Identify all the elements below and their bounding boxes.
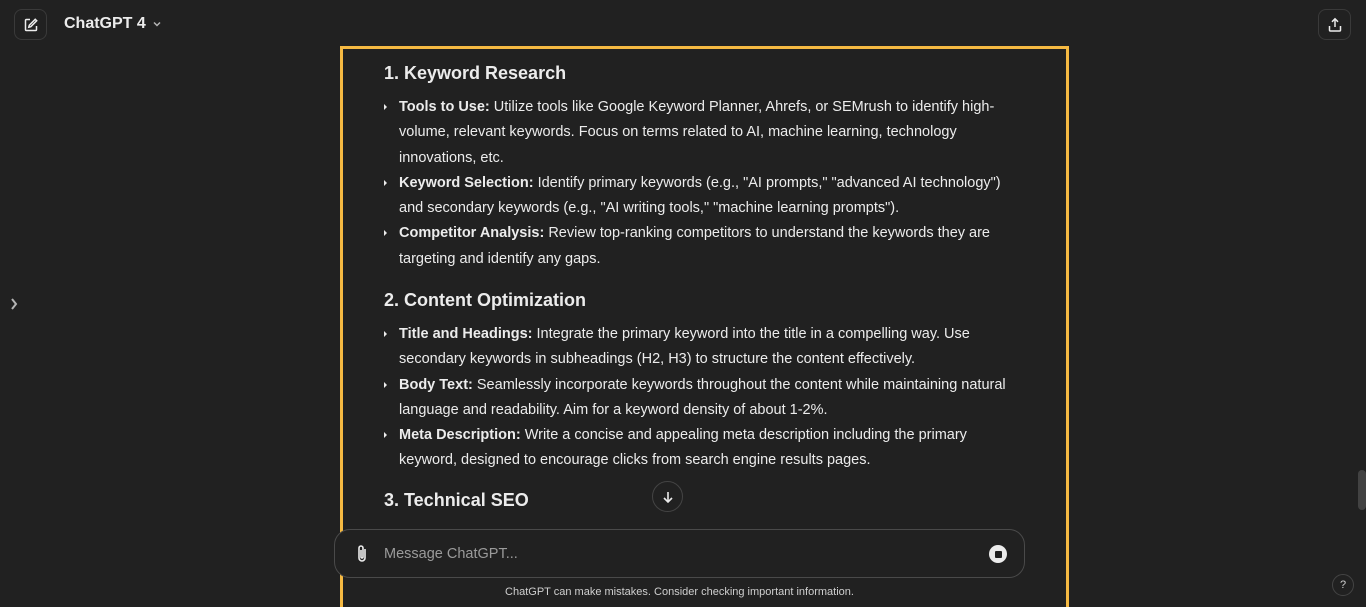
scroll-to-bottom-button[interactable] bbox=[652, 481, 683, 512]
compose-icon bbox=[24, 17, 38, 31]
bullet-marker bbox=[384, 104, 387, 110]
list-item: Competitor Analysis: Review top-ranking … bbox=[384, 221, 1014, 272]
message-input[interactable] bbox=[384, 542, 974, 566]
bullet-label: Competitor Analysis: bbox=[399, 225, 545, 242]
paperclip-icon bbox=[358, 545, 366, 562]
bullet-marker bbox=[384, 230, 387, 237]
list-item: Keyword Selection: Identify primary keyw… bbox=[384, 171, 1014, 222]
sidebar-toggle[interactable] bbox=[8, 294, 20, 314]
disclaimer-text: ChatGPT can make mistakes. Consider chec… bbox=[505, 586, 854, 598]
attach-button[interactable] bbox=[351, 543, 373, 565]
bullet-marker bbox=[384, 179, 387, 186]
bullet-label: Body Text: bbox=[399, 376, 473, 393]
section-heading: 2. Content Optimization bbox=[384, 290, 586, 310]
bullet-text: Seamlessly incorporate keywords througho… bbox=[399, 376, 1006, 418]
bullet-marker bbox=[384, 381, 387, 388]
bullet-list: Tools to Use: Utilize tools like Google … bbox=[384, 95, 1014, 272]
help-button[interactable]: ? bbox=[1332, 574, 1354, 596]
section-heading: 1. Keyword Research bbox=[384, 63, 567, 83]
chevron-right-icon bbox=[11, 298, 18, 310]
share-icon bbox=[1328, 17, 1341, 32]
list-item: Meta Description: Write a concise and ap… bbox=[384, 423, 1014, 474]
model-selector[interactable]: ChatGPT 4 bbox=[64, 15, 162, 33]
scrollbar-thumb[interactable] bbox=[1358, 470, 1366, 510]
new-chat-button[interactable] bbox=[14, 9, 47, 40]
stop-generating-button[interactable] bbox=[989, 545, 1007, 563]
stop-icon bbox=[994, 550, 1002, 558]
bullet-marker bbox=[384, 331, 387, 337]
bullet-label: Meta Description: bbox=[399, 427, 521, 444]
bullet-label: Title and Headings: bbox=[399, 326, 533, 342]
bullet-marker bbox=[384, 432, 387, 439]
chevron-down-icon bbox=[153, 21, 161, 27]
share-button[interactable] bbox=[1318, 9, 1351, 40]
section-heading: 3. Technical SEO bbox=[384, 490, 529, 510]
message-composer bbox=[334, 529, 1025, 578]
bullet-list: Title and Headings: Integrate the primar… bbox=[384, 322, 1014, 474]
bullet-label: Keyword Selection: bbox=[399, 174, 534, 191]
list-item: Title and Headings: Integrate the primar… bbox=[384, 322, 1014, 373]
model-name: ChatGPT 4 bbox=[64, 15, 146, 32]
list-item: Tools to Use: Utilize tools like Google … bbox=[384, 95, 1014, 171]
list-item: Body Text: Seamlessly incorporate keywor… bbox=[384, 373, 1014, 424]
bullet-label: Tools to Use: bbox=[399, 99, 490, 115]
arrow-down-icon bbox=[662, 491, 673, 503]
